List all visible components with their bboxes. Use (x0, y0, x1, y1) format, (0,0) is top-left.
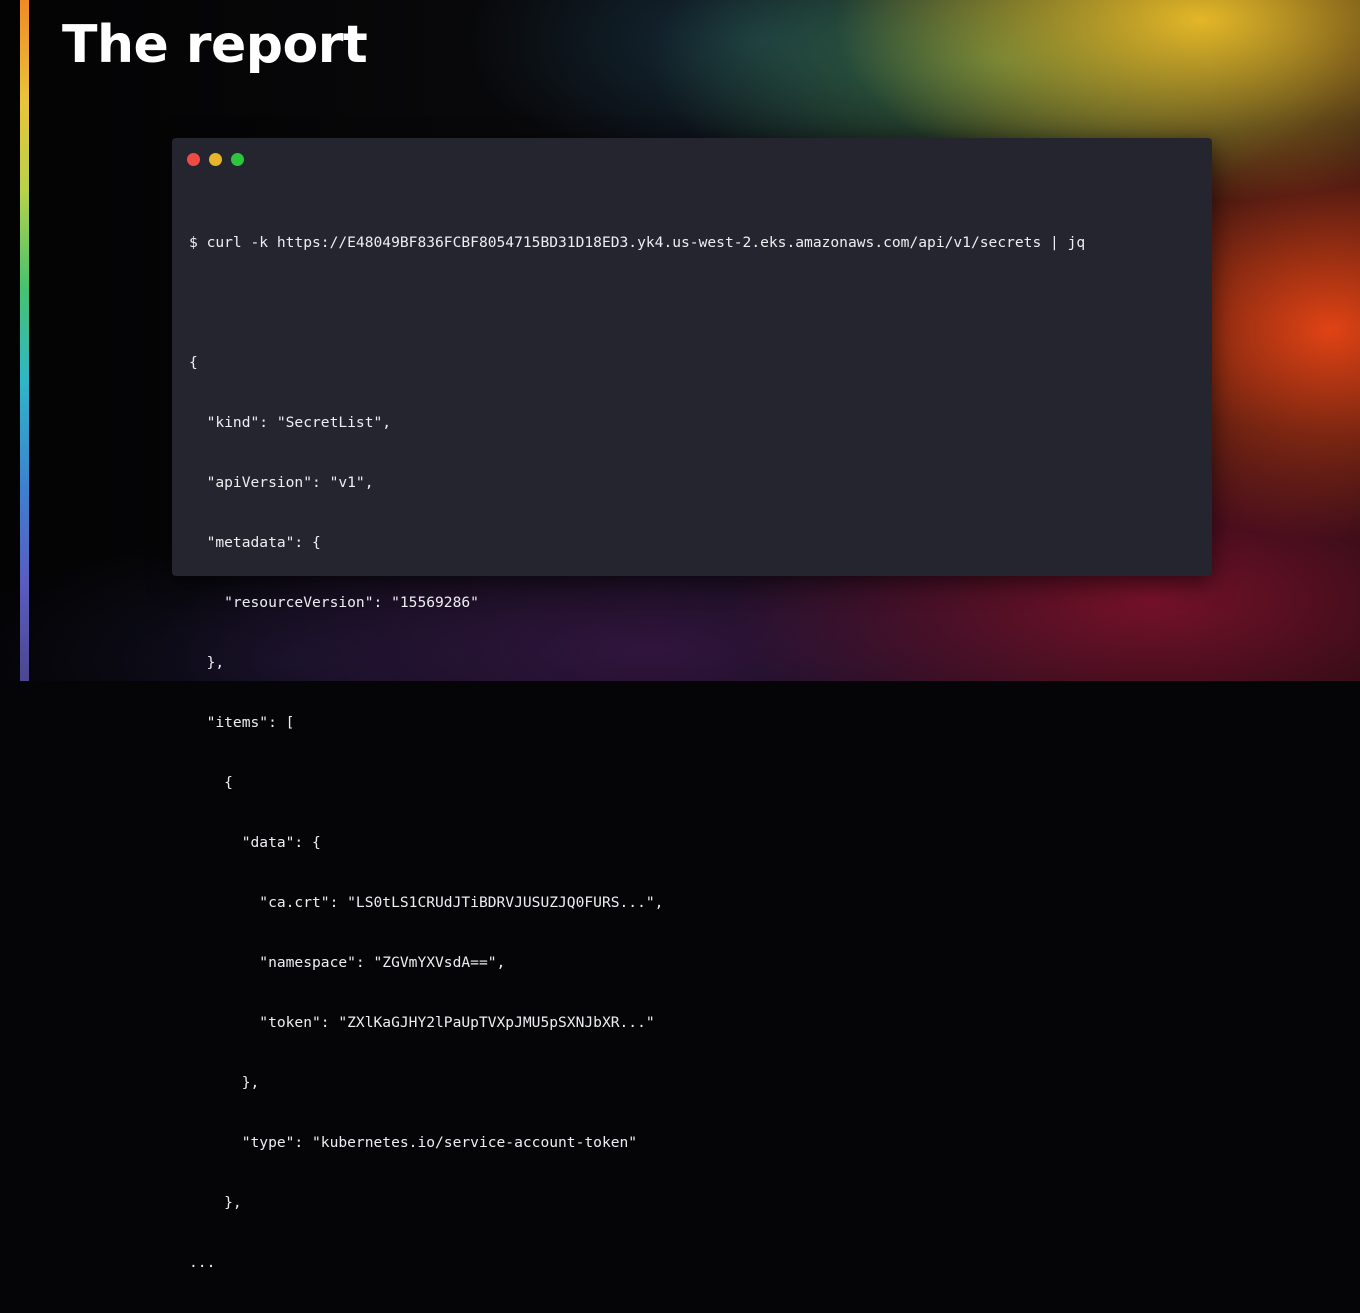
output-line: }, (189, 1074, 260, 1091)
accent-bar (20, 0, 29, 681)
output-line: { (189, 354, 198, 371)
output-line: "token": "ZXlKaGJHY2lPaUpTVXpJMU5pSXNJbX… (189, 1014, 655, 1031)
output-line: "namespace": "ZGVmYXVsdA==", (189, 954, 506, 971)
output-line: { (189, 774, 233, 791)
close-dot-icon (187, 153, 200, 166)
slide-title: The report (62, 15, 368, 75)
terminal-command: $ curl -k https://E48049BF836FCBF8054715… (189, 234, 1086, 251)
terminal-window: $ curl -k https://E48049BF836FCBF8054715… (172, 138, 1212, 1271)
maximize-dot-icon (231, 153, 244, 166)
terminal-content: $ curl -k https://E48049BF836FCBF8054715… (189, 193, 1085, 1313)
window-controls (187, 153, 244, 166)
output-line: "metadata": { (189, 534, 321, 551)
output-line: }, (189, 1194, 242, 1211)
output-line: ... (189, 1254, 216, 1271)
output-line: "items": [ (189, 714, 295, 731)
output-line: "ca.crt": "LS0tLS1CRUdJTiBDRVJUSUZJQ0FUR… (189, 894, 664, 911)
output-line: "kind": "SecretList", (189, 414, 392, 431)
output-line: "data": { (189, 834, 321, 851)
output-line: "type": "kubernetes.io/service-account-t… (189, 1134, 638, 1151)
output-line: "apiVersion": "v1", (189, 474, 374, 491)
minimize-dot-icon (209, 153, 222, 166)
output-line: }, (189, 654, 225, 671)
output-line: "resourceVersion": "15569286" (189, 594, 479, 611)
